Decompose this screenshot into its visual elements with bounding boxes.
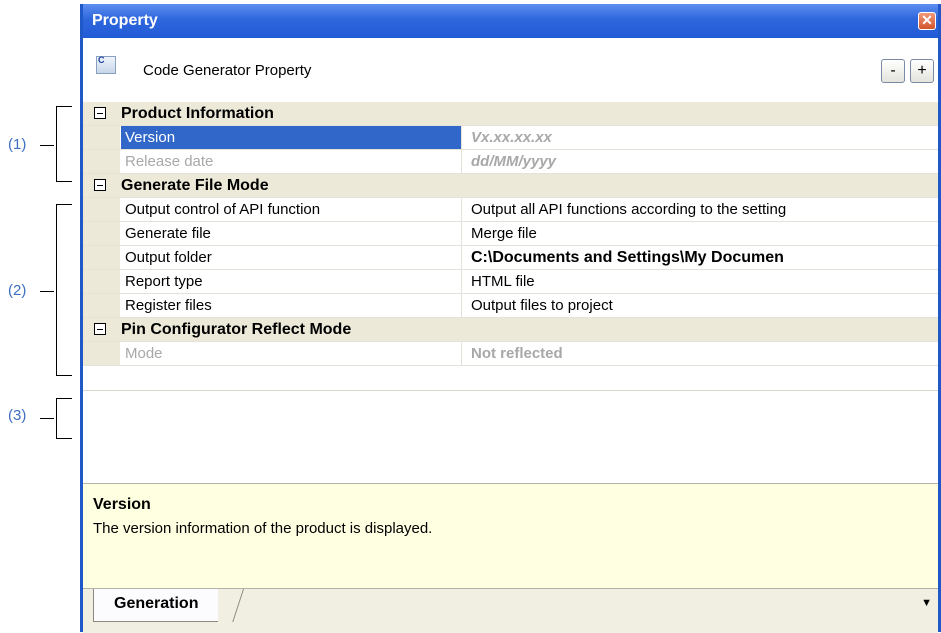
category-label: Pin Configurator Reflect Mode (121, 321, 352, 338)
property-row-output-control[interactable]: Output control of API function Output al… (83, 198, 938, 222)
callout-stub (40, 145, 54, 146)
toolbar: C Code Generator Property - + (83, 38, 938, 94)
row-gutter (83, 222, 120, 245)
property-name[interactable]: Output control of API function (121, 198, 462, 221)
callout-stub (40, 291, 54, 292)
row-gutter (83, 342, 120, 365)
window-title: Property (92, 12, 158, 29)
callout-bracket (56, 204, 72, 376)
row-gutter (83, 150, 120, 173)
title-bar[interactable]: Property ✕ (83, 4, 938, 38)
property-window: Property ✕ C Code Generator Property - +… (80, 4, 941, 633)
property-row-mode[interactable]: Mode Not reflected (83, 342, 938, 366)
property-row-generate-file[interactable]: Generate file Merge file (83, 222, 938, 246)
description-panel: Version The version information of the p… (83, 483, 938, 589)
property-row-version[interactable]: Version Vx.xx.xx.xx (83, 126, 938, 150)
property-row-register-files[interactable]: Register files Output files to project (83, 294, 938, 318)
category-product-information[interactable]: Product Information (83, 102, 938, 126)
callout-label: (3) (8, 407, 27, 424)
code-generator-icon: C (96, 55, 116, 74)
callout-2: (2) (0, 204, 90, 376)
row-gutter (83, 198, 120, 221)
property-row-output-folder[interactable]: Output folder C:\Documents and Settings\… (83, 246, 938, 270)
property-name[interactable]: Register files (121, 294, 462, 317)
category-label: Generate File Mode (121, 177, 269, 194)
property-name[interactable]: Output folder (121, 246, 462, 269)
callout-bracket (56, 398, 72, 439)
property-value[interactable]: HTML file (471, 270, 938, 293)
property-row-release-date[interactable]: Release date dd/MM/yyyy (83, 150, 938, 174)
chevron-down-icon[interactable]: ▼ (921, 597, 932, 609)
callout-1: (1) (0, 106, 90, 182)
property-value: Not reflected (471, 345, 563, 362)
collapse-icon[interactable] (94, 107, 106, 119)
close-button[interactable]: ✕ (918, 12, 936, 30)
property-value: Vx.xx.xx.xx (471, 129, 552, 146)
toolbar-label: Code Generator Property (143, 62, 312, 79)
property-value[interactable]: Merge file (471, 222, 938, 245)
property-value[interactable]: Output all API functions according to th… (471, 198, 938, 221)
expand-all-button[interactable]: + (910, 59, 934, 83)
callout-bracket (56, 106, 72, 182)
property-grid: Product Information Version Vx.xx.xx.xx … (83, 102, 938, 391)
property-value: dd/MM/yyyy (471, 153, 557, 170)
grid-empty-space (83, 366, 938, 391)
property-name[interactable]: Release date (121, 150, 462, 173)
description-text: The version information of the product i… (93, 520, 433, 537)
description-title: Version (93, 496, 151, 513)
row-gutter (83, 126, 120, 149)
category-generate-file-mode[interactable]: Generate File Mode (83, 174, 938, 198)
callout-stub (40, 418, 54, 419)
callout-label: (1) (8, 136, 27, 153)
row-gutter (83, 270, 120, 293)
property-value[interactable]: C:\Documents and Settings\My Documen (471, 246, 938, 269)
row-gutter (83, 294, 120, 317)
category-pin-configurator-reflect-mode[interactable]: Pin Configurator Reflect Mode (83, 318, 938, 342)
collapse-all-button[interactable]: - (881, 59, 905, 83)
tab-generation[interactable]: Generation (93, 589, 219, 622)
property-name[interactable]: Report type (121, 270, 462, 293)
property-row-report-type[interactable]: Report type HTML file (83, 270, 938, 294)
row-gutter (83, 246, 120, 269)
property-name[interactable]: Generate file (121, 222, 462, 245)
property-name[interactable]: Version (121, 126, 462, 149)
collapse-icon[interactable] (94, 323, 106, 335)
tab-bar: Generation ▼ (83, 588, 938, 633)
property-value[interactable]: Output files to project (471, 294, 938, 317)
callout-3: (3) (0, 398, 90, 439)
tab-edge (232, 589, 244, 622)
collapse-icon[interactable] (94, 179, 106, 191)
property-name[interactable]: Mode (121, 342, 462, 365)
category-label: Product Information (121, 105, 274, 122)
callout-label: (2) (8, 282, 27, 299)
